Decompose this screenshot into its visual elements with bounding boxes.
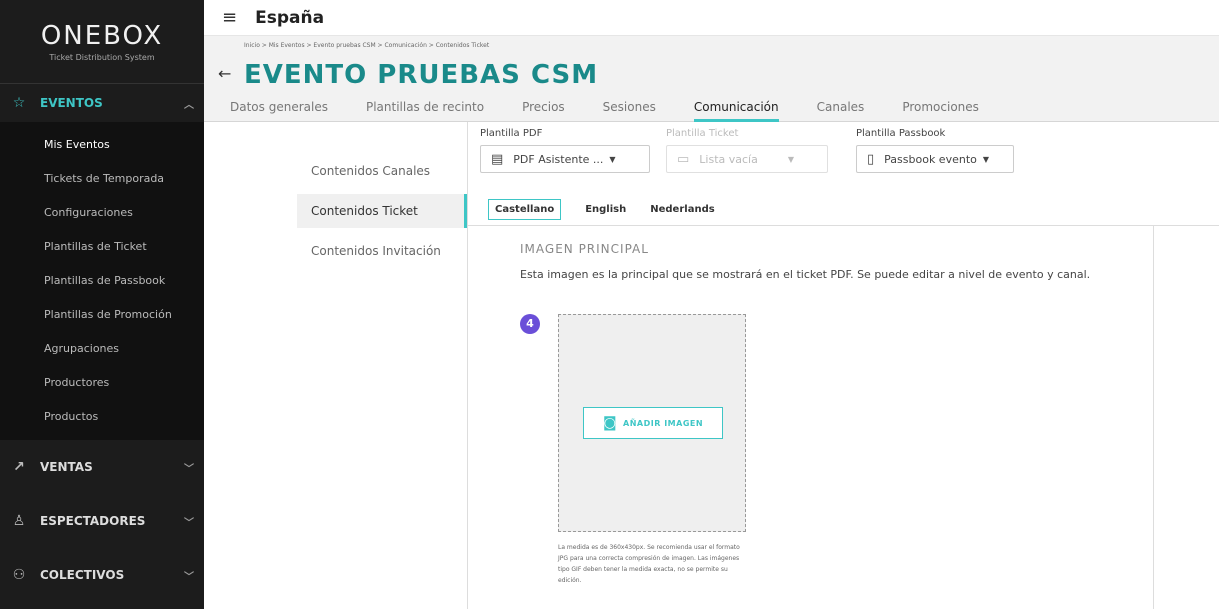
person-icon: ♙ (12, 513, 26, 529)
sidebar-item-agrupaciones[interactable]: Agrupaciones (0, 332, 204, 366)
tab-sesiones[interactable]: Sesiones (603, 94, 656, 122)
sidebar-item-plantillas-passbook[interactable]: Plantillas de Passbook (0, 264, 204, 298)
nav-contenidos-canales[interactable]: Contenidos Canales (297, 154, 467, 188)
section-label: VENTAS (40, 460, 93, 474)
add-image-button[interactable]: ◙ AÑADIR IMAGEN (583, 407, 723, 439)
sidebar-section-colectivos[interactable]: ⚇ COLECTIVOS ﹀ (0, 548, 204, 602)
trend-icon: ↗ (13, 459, 25, 475)
ticket-template-label: Plantilla Ticket (666, 128, 739, 139)
section-description: Esta imagen es la principal que se mostr… (520, 268, 1091, 281)
template-selectors: Plantilla PDF ▤ PDF Asistente ... ▼ Plan… (468, 122, 1219, 194)
tab-comunicacion[interactable]: Comunicación (693, 94, 779, 122)
caret-down-icon: ▼ (787, 154, 795, 164)
logo-subtitle: Ticket Distribution System (49, 53, 155, 62)
passbook-template-select[interactable]: ▯ Passbook evento ▼ (856, 145, 1014, 173)
add-image-label: AÑADIR IMAGEN (623, 418, 704, 428)
tab-plantillas-recinto[interactable]: Plantillas de recinto (366, 94, 484, 122)
sidebar-item-tickets-temporada[interactable]: Tickets de Temporada (0, 162, 204, 196)
pdf-template-label: Plantilla PDF (480, 128, 543, 139)
section-title: IMAGEN PRINCIPAL (520, 242, 649, 256)
back-arrow-icon[interactable]: ← (218, 64, 231, 83)
country-title: España (255, 7, 325, 28)
sidebar-item-productores[interactable]: Productores (0, 366, 204, 400)
image-section: IMAGEN PRINCIPAL Esta imagen es la princ… (468, 226, 1154, 609)
sidebar-item-mis-eventos[interactable]: Mis Eventos (0, 128, 204, 162)
eventos-submenu: Mis Eventos Tickets de Temporada Configu… (0, 122, 204, 440)
logo-wordmark: ONEBOX (40, 21, 164, 51)
lang-tab-castellano[interactable]: Castellano (488, 199, 562, 220)
document-icon: ▤ (491, 151, 504, 167)
content-nav: Contenidos Canales Contenidos Ticket Con… (204, 122, 468, 609)
caret-down-icon: ▼ (982, 154, 990, 164)
event-tabs: Datos generales Plantillas de recinto Pr… (230, 94, 1017, 122)
lang-tab-nederlands[interactable]: Nederlands (650, 204, 714, 215)
tab-canales[interactable]: Canales (817, 94, 865, 122)
ticket-template-value: Lista vacía (699, 152, 758, 166)
sidebar-section-eventos[interactable]: ☆ EVENTOS ︿ (0, 84, 204, 122)
tab-promociones[interactable]: Promociones (902, 94, 979, 122)
sidebar-item-productos[interactable]: Productos (0, 400, 204, 434)
passbook-template-label: Plantilla Passbook (856, 128, 946, 139)
star-icon: ☆ (12, 95, 26, 111)
ticket-template-select: ▭ Lista vacía ▼ (666, 145, 828, 173)
image-drop-zone[interactable]: ◙ AÑADIR IMAGEN (558, 314, 746, 532)
passbook-template-value: Passbook evento (884, 152, 977, 166)
lang-tab-english[interactable]: English (585, 204, 626, 215)
camera-plus-icon: ◙ (602, 415, 618, 431)
chevron-down-icon: ﹀ (184, 571, 194, 583)
pdf-template-value: PDF Asistente ... (513, 152, 604, 166)
image-size-hint: La medida es de 360x430px. Se recomienda… (558, 544, 740, 584)
logo-text: ONEBOX (41, 21, 163, 51)
tab-precios[interactable]: Precios (522, 94, 565, 122)
sidebar-item-configuraciones[interactable]: Configuraciones (0, 196, 204, 230)
pdf-template-group: Plantilla PDF ▤ PDF Asistente ... ▼ (480, 128, 650, 173)
section-label: ESPECTADORES (40, 514, 146, 528)
chevron-down-icon: ﹀ (184, 517, 194, 529)
logo: ONEBOX Ticket Distribution System (0, 0, 204, 84)
sidebar-item-plantillas-ticket[interactable]: Plantillas de Ticket (0, 230, 204, 264)
language-tabs: Castellano English Nederlands (468, 194, 1219, 226)
breadcrumb[interactable]: Inicio > Mis Eventos > Evento pruebas CS… (244, 42, 489, 49)
page-title: EVENTO PRUEBAS CSM (244, 60, 599, 90)
event-header: Inicio > Mis Eventos > Evento pruebas CS… (204, 36, 1219, 122)
sidebar: ONEBOX Ticket Distribution System ☆ EVEN… (0, 0, 204, 609)
sidebar-item-plantillas-promocion[interactable]: Plantillas de Promoción (0, 298, 204, 332)
ticket-template-group: Plantilla Ticket ▭ Lista vacía ▼ (666, 128, 828, 173)
ticket-icon: ▭ (677, 151, 690, 167)
chevron-up-icon: ︿ (184, 99, 194, 111)
tab-datos-generales[interactable]: Datos generales (230, 94, 328, 122)
caret-down-icon: ▼ (609, 154, 616, 164)
nav-contenidos-invitacion[interactable]: Contenidos Invitación (297, 234, 467, 268)
section-label: COLECTIVOS (40, 568, 125, 582)
step-badge: 4 (520, 314, 540, 334)
topbar: ≡ España (204, 0, 1219, 36)
menu-icon[interactable]: ≡ (222, 7, 237, 28)
section-label: EVENTOS (40, 96, 103, 110)
pdf-template-select[interactable]: ▤ PDF Asistente ... ▼ (480, 145, 650, 173)
chevron-down-icon: ﹀ (184, 463, 194, 475)
passbook-icon: ▯ (867, 151, 875, 167)
sidebar-section-ventas[interactable]: ↗ VENTAS ﹀ (0, 440, 204, 494)
passbook-template-group: Plantilla Passbook ▯ Passbook evento ▼ (856, 128, 1014, 173)
nav-contenidos-ticket[interactable]: Contenidos Ticket (297, 194, 467, 228)
group-icon: ⚇ (12, 567, 26, 583)
sidebar-section-espectadores[interactable]: ♙ ESPECTADORES ﹀ (0, 494, 204, 548)
